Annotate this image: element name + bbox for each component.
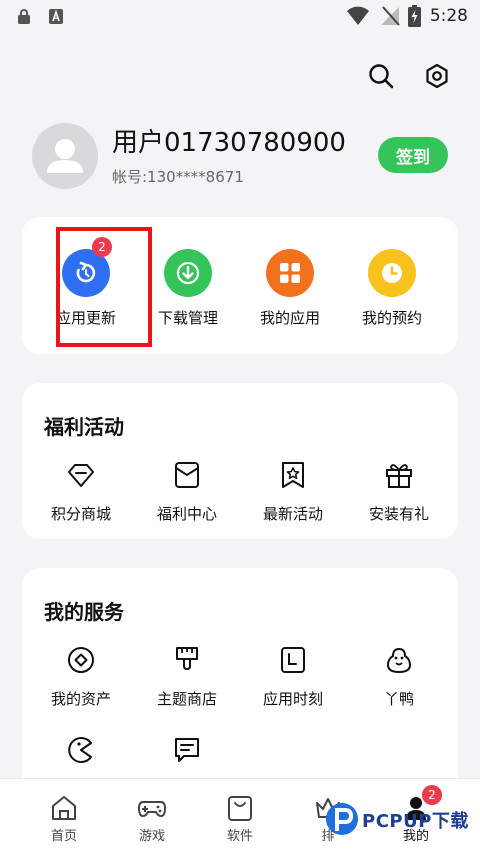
download-circle (164, 249, 212, 297)
nav-label: 首页 (50, 829, 77, 844)
account-number: 帐号:130****8671 (112, 168, 244, 186)
duck-icon (386, 647, 412, 674)
my-apps-circle (266, 249, 314, 297)
welfare-item-welfare-center[interactable]: 福利中心 (132, 459, 242, 524)
default-avatar-icon (47, 139, 83, 173)
service-item-theme-store[interactable]: 主题商店 (132, 644, 242, 709)
welfare-card: 福利活动 积分商城 福利中心 最新活动 安装有礼 (22, 383, 458, 539)
search-button[interactable] (361, 56, 401, 96)
service-item-6[interactable] (132, 734, 242, 778)
settings-button[interactable] (417, 56, 457, 96)
pacman-icon (68, 737, 92, 763)
search-icon (369, 64, 394, 89)
quick-item-my-apps[interactable]: 我的应用 (242, 249, 338, 328)
service-label: 我的资产 (50, 690, 111, 708)
avatar[interactable] (32, 123, 98, 189)
grid-icon (280, 263, 300, 283)
service-item-5[interactable] (26, 734, 136, 778)
services-card: 我的服务 我的资产 主题商店 应用时刻 丫鸭 (22, 568, 458, 808)
bag-icon (228, 796, 252, 821)
nav-software[interactable]: 软件 (200, 779, 280, 855)
quick-label-download-manager: 下载管理 (157, 309, 218, 327)
username: 用户01730780900 (112, 128, 346, 158)
nav-home[interactable]: 首页 (24, 779, 104, 855)
quick-item-download-manager[interactable]: 下载管理 (140, 249, 236, 328)
welfare-title: 福利活动 (44, 415, 124, 439)
diamond-icon (68, 464, 94, 487)
welfare-label: 积分商城 (50, 505, 111, 523)
services-title: 我的服务 (44, 600, 124, 624)
service-label: 丫鸭 (383, 690, 414, 708)
nav-label: 游戏 (138, 829, 165, 844)
signin-button[interactable]: 签到 (378, 137, 448, 173)
gear-icon (426, 63, 448, 89)
status-bar: 5:28 (0, 0, 480, 34)
calendar-icon (281, 647, 305, 673)
quick-label-my-apps: 我的应用 (259, 309, 320, 327)
nav-label: 软件 (226, 829, 253, 844)
gift-icon (386, 464, 412, 488)
service-label: 主题商店 (156, 690, 217, 708)
highlight-box (56, 227, 152, 347)
service-item-app-moments[interactable]: 应用时刻 (238, 644, 348, 709)
wifi-icon (347, 6, 369, 25)
feedback-icon (175, 738, 199, 762)
signal-icon (381, 6, 400, 26)
welfare-label: 福利中心 (156, 505, 217, 523)
star-bookmark-icon (282, 462, 304, 488)
quick-label-my-reservations: 我的预约 (361, 309, 422, 327)
service-label: 应用时刻 (262, 690, 323, 708)
pcpup-logo-icon (326, 803, 358, 835)
welfare-label: 最新活动 (262, 505, 323, 523)
lock-app-icon (18, 9, 30, 24)
welfare-item-points-mall[interactable]: 积分商城 (26, 459, 136, 524)
store-app-icon (49, 9, 63, 24)
welfare-item-latest-events[interactable]: 最新活动 (238, 459, 348, 524)
quick-item-my-reservations[interactable]: 我的预约 (344, 249, 440, 328)
welfare-item-install-gift[interactable]: 安装有礼 (344, 459, 454, 524)
service-item-my-assets[interactable]: 我的资产 (26, 644, 136, 709)
download-icon (176, 261, 200, 285)
envelope-icon (175, 462, 199, 488)
watermark-text: PCPUP下载 (362, 811, 469, 832)
reservations-circle (368, 249, 416, 297)
nav-games[interactable]: 游戏 (112, 779, 192, 855)
status-time: 5:28 (429, 6, 468, 26)
watermark-logo: PCPUP下载 (324, 798, 469, 842)
coin-icon (68, 647, 94, 673)
battery-icon (408, 5, 421, 27)
brush-icon (176, 647, 198, 671)
gamepad-icon (138, 801, 166, 817)
clock-icon (382, 263, 402, 283)
service-item-yaya[interactable]: 丫鸭 (344, 644, 454, 709)
home-icon (52, 796, 76, 820)
welfare-label: 安装有礼 (368, 505, 429, 523)
